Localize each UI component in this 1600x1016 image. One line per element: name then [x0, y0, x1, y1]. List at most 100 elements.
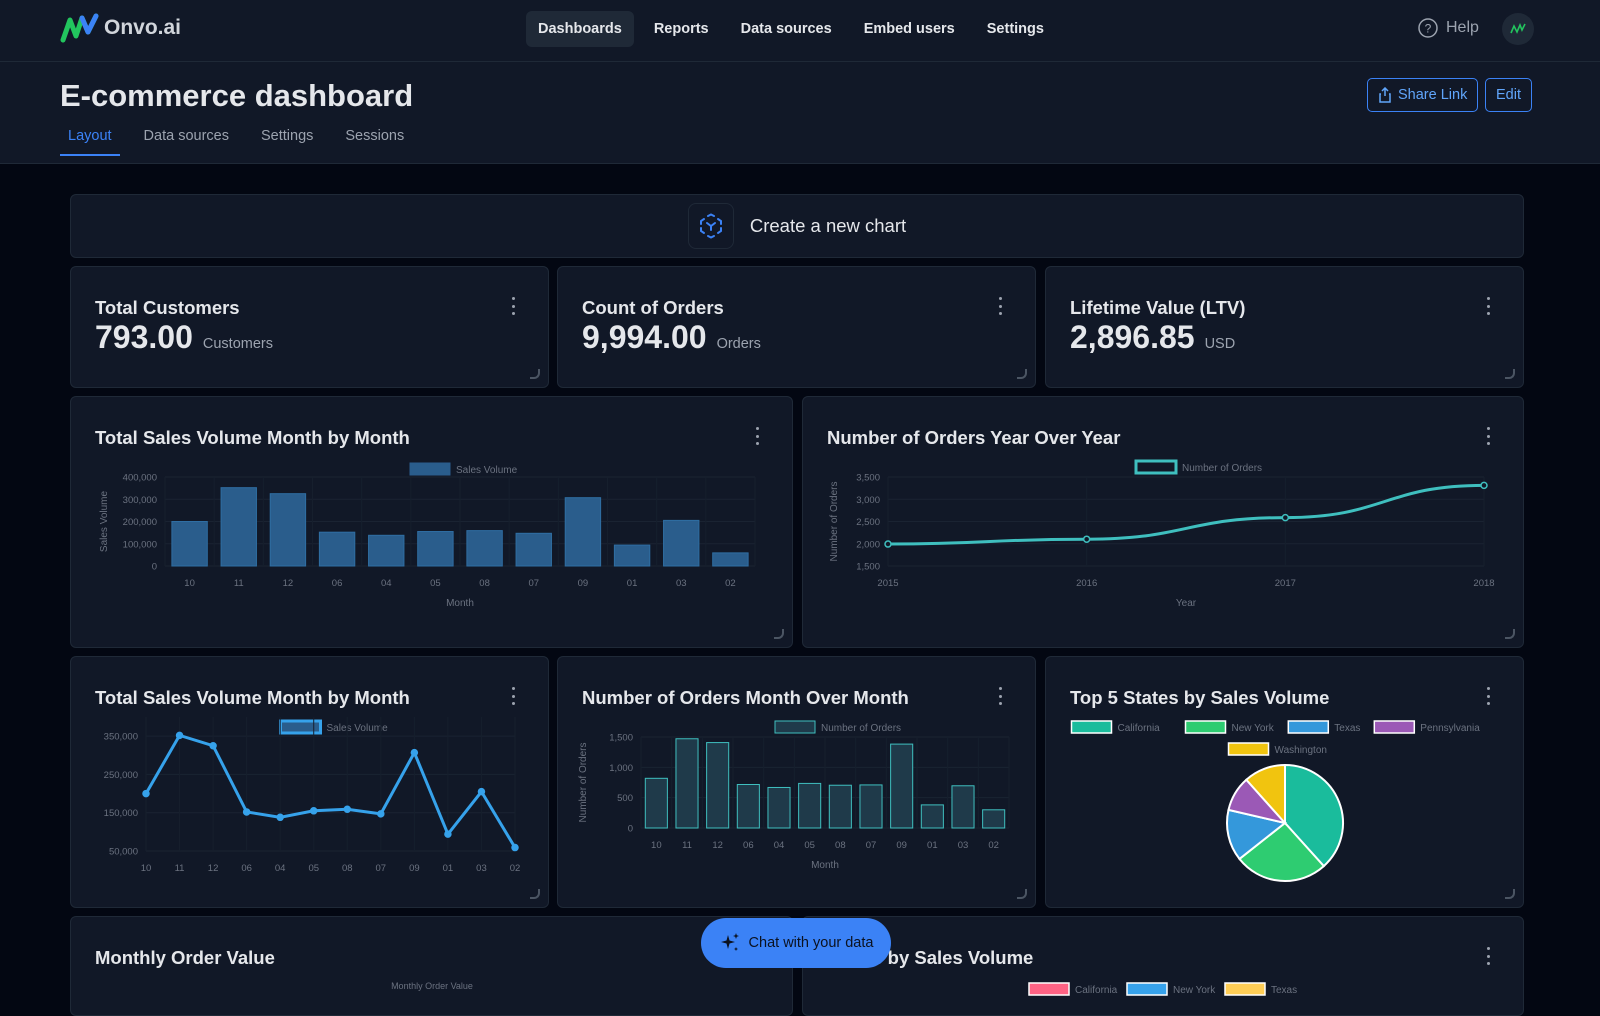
bar	[675, 738, 699, 829]
tab-layout[interactable]: Layout	[60, 128, 120, 156]
x-tick-label: 07	[866, 840, 877, 851]
share-link-button[interactable]: Share Link	[1367, 78, 1479, 112]
x-tick-label: 09	[578, 578, 589, 589]
data-point	[242, 808, 251, 816]
more-options-icon[interactable]	[997, 297, 1003, 315]
legend-label: Texas	[1334, 723, 1360, 734]
kpi-card-total-customers: Total Customers 793.00 Customers	[70, 266, 549, 388]
share-link-label: Share Link	[1398, 87, 1468, 103]
y-tick-label: 100,000	[123, 539, 157, 550]
x-tick-label: 01	[927, 840, 938, 851]
y-tick-label: 1,500	[609, 733, 633, 744]
bar	[736, 784, 760, 829]
legend-label: California	[1118, 723, 1161, 734]
x-tick-label: 08	[835, 840, 846, 851]
avatar-logo-icon	[1510, 23, 1526, 34]
nav-settings[interactable]: Settings	[975, 11, 1056, 47]
x-tick-label: 12	[283, 578, 294, 589]
logo[interactable]: Onvo.ai	[60, 12, 181, 44]
legend-swatch	[1373, 720, 1416, 734]
resize-handle-icon[interactable]	[1017, 369, 1027, 379]
y-tick-label: 3,000	[856, 495, 880, 506]
data-point	[142, 789, 150, 798]
nav-reports[interactable]: Reports	[642, 11, 721, 47]
bar	[318, 531, 356, 567]
chat-with-data-button[interactable]: Chat with your data	[701, 918, 891, 968]
legend-label: California	[1075, 985, 1118, 996]
series-line	[887, 483, 1485, 546]
x-tick-label: 06	[241, 863, 252, 874]
x-tick-label: 05	[430, 578, 441, 589]
help-circle-icon: ?	[1418, 18, 1438, 38]
kpi-number: 793.00	[95, 319, 193, 355]
x-tick-label: 03	[676, 578, 687, 589]
x-tick-label: 10	[184, 578, 195, 589]
bar	[644, 777, 668, 829]
help-link[interactable]: ? Help	[1418, 18, 1479, 38]
edit-button[interactable]: Edit	[1485, 78, 1532, 112]
nav-embed-users[interactable]: Embed users	[852, 11, 967, 47]
create-chart-card[interactable]: Create a new chart	[70, 194, 1524, 258]
y-tick-label: 2,500	[856, 517, 880, 528]
x-tick-label: 12	[208, 863, 219, 874]
resize-handle-icon[interactable]	[530, 369, 540, 379]
legend-label: Number of Orders	[1182, 463, 1262, 474]
chart-card-monthly-order-value: Monthly Order Value Monthly Order Value	[70, 916, 793, 1016]
data-point	[511, 843, 519, 852]
legend-label: New York	[1173, 985, 1216, 996]
tab-sessions[interactable]: Sessions	[337, 128, 412, 156]
x-tick-label: 01	[627, 578, 638, 589]
kpi-value: 2,896.85 USD	[1070, 319, 1235, 356]
cube-dashed-icon	[699, 213, 722, 239]
user-avatar[interactable]	[1502, 13, 1534, 45]
x-tick-label: 02	[988, 840, 999, 851]
y-axis-title: Number of Orders	[829, 481, 840, 561]
more-options-icon[interactable]	[510, 297, 516, 315]
data-point	[477, 787, 486, 796]
data-point	[343, 805, 352, 814]
x-tick-label: 03	[476, 863, 487, 874]
legend-label: Texas	[1271, 985, 1297, 996]
bar	[920, 804, 944, 829]
chart-card-orders-yoy: Number of Orders Year Over Year Number o…	[802, 396, 1524, 648]
x-tick-label: 09	[409, 863, 420, 874]
x-tick-label: 09	[896, 840, 907, 851]
kpi-value: 793.00 Customers	[95, 319, 273, 356]
x-tick-label: 08	[479, 578, 490, 589]
x-axis-title: Month	[811, 860, 839, 871]
bar	[269, 493, 307, 567]
page-title: E-commerce dashboard	[60, 78, 414, 113]
kpi-title: Count of Orders	[582, 297, 724, 318]
x-tick-label: 11	[175, 863, 185, 874]
nav-dashboards[interactable]: Dashboards	[526, 11, 634, 47]
bar	[613, 544, 651, 567]
legend-swatch	[1287, 720, 1330, 734]
x-tick-label: 01	[443, 863, 454, 874]
y-tick-label: 200,000	[123, 517, 157, 528]
kpi-unit: Customers	[202, 336, 273, 352]
resize-handle-icon[interactable]	[1505, 369, 1515, 379]
sales-bar-chart: Sales Volume 0 100,000 200,000 300,000 400,00…	[99, 462, 756, 609]
monthly-order-value-chart: Monthly Order Value	[391, 981, 473, 991]
nav-data-sources[interactable]: Data sources	[729, 11, 844, 47]
x-tick-label: 10	[141, 863, 152, 874]
bar	[466, 530, 503, 567]
legend-label: Washington	[1275, 745, 1327, 756]
top-navbar: Onvo.ai Dashboards Reports Data sources …	[0, 0, 1600, 62]
x-tick-label: 05	[804, 840, 815, 851]
orders-yoy-chart: Number of Orders 1,500 2,000 2,500 3,000 3,50…	[829, 459, 1495, 609]
bar	[220, 487, 257, 567]
kpi-card-count-of-orders: Count of Orders 9,994.00 Orders	[557, 266, 1036, 388]
y-tick-label: 1,000	[609, 763, 633, 774]
tab-settings[interactable]: Settings	[253, 128, 321, 156]
more-options-icon[interactable]	[1485, 297, 1491, 315]
legend-swatch	[1126, 982, 1168, 996]
legend-swatch	[1227, 742, 1270, 756]
onvo-logo-icon	[60, 13, 99, 43]
tab-data-sources[interactable]: Data sources	[136, 128, 237, 156]
dashboard-tabs: Layout Data sources Settings Sessions	[60, 128, 428, 156]
x-tick-label: 12	[712, 840, 723, 851]
x-tick-label: 04	[774, 840, 785, 851]
kpi-title: Lifetime Value (LTV)	[1070, 297, 1246, 318]
orders-mom-chart: Number of Orders 0 500 1,000 1,500 10 11 12 06 04…	[578, 720, 1010, 871]
